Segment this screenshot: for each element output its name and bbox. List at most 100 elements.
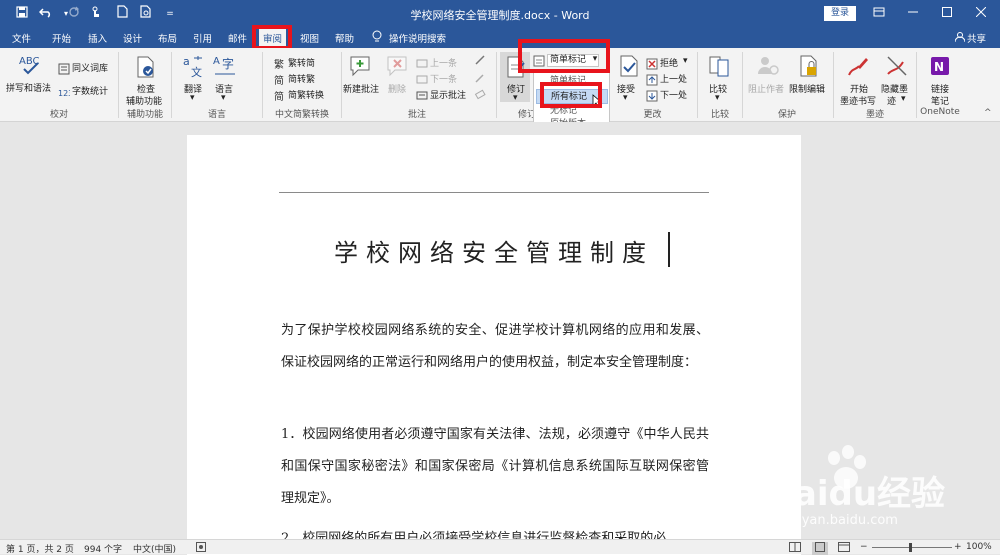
accept-change-icon [617,54,641,78]
spelling-grammar-icon: ABC [18,53,42,77]
simp-to-trad-button[interactable]: 简简转繁 [274,72,316,87]
ribbon-tabs: 文件 开始 插入 设计 布局 引用 邮件 审阅 视图 帮助 操作说明搜索 共享 [0,28,1000,48]
tab-help[interactable]: 帮助 [335,31,354,45]
read-mode-icon[interactable] [789,542,801,555]
next-change-icon [646,90,658,102]
text-cursor [668,232,670,267]
linked-notes-line2[interactable]: 笔记 [931,94,949,107]
restrict-editing-button[interactable]: 限制编辑 [789,82,825,95]
reject-dropdown-icon[interactable]: ▾ [683,56,688,66]
prev-change-icon [646,74,658,86]
language-status[interactable]: 中文(中国) [133,542,176,555]
close-icon[interactable] [966,3,996,23]
prev-comment-button[interactable]: 上一条 [416,56,457,70]
new-comment-button[interactable]: 新建批注 [343,82,379,95]
group-label-changes: 更改 [643,110,662,120]
word-count-button[interactable]: 123字数统计 [58,84,108,98]
next-comment-button[interactable]: 下一条 [416,72,457,86]
simp-to-trad-icon: 简 [274,74,286,87]
paragraph-1[interactable]: 为了保护学校校园网络系统的安全、促进学校计算机网络的应用和发展、保证校园网络的正… [281,315,709,379]
translate-dropdown-icon[interactable]: ▾ [190,93,195,103]
hide-ink-icon [885,54,909,78]
ink-comment-icon[interactable] [474,54,486,69]
simp-to-trad-label: 简转繁 [288,75,316,85]
save-icon[interactable] [12,4,32,24]
svg-text:N: N [934,60,944,74]
ribbon-display-icon[interactable] [864,3,894,23]
minimize-icon[interactable] [898,3,928,23]
pen-icon[interactable] [474,72,486,87]
accessibility-check-line2[interactable]: 辅助功能 [126,94,162,107]
tab-references[interactable]: 引用 [193,31,212,45]
start-inking-icon [846,54,870,78]
title-bar: ▾ = 学校网络安全管理制度.docx - Word 登录 [0,0,1000,28]
delete-comment-icon [385,54,409,78]
touch-mode-icon[interactable] [86,4,106,24]
group-label-ink: 墨迹 [865,110,884,120]
share-button[interactable]: 共享 [967,31,986,45]
lightbulb-icon [372,30,382,46]
undo-icon[interactable] [36,4,56,24]
print-preview-icon[interactable] [136,4,156,24]
word-count-status[interactable]: 994 个字 [84,542,122,555]
start-inking-line2[interactable]: 墨迹书写 [840,94,876,107]
accept-dropdown-icon[interactable]: ▾ [623,93,628,103]
collapse-ribbon-icon[interactable]: ^ [984,108,992,118]
tab-home[interactable]: 开始 [52,31,71,45]
translate-icon: a文 [182,54,206,79]
maximize-icon[interactable] [932,3,962,23]
tab-design[interactable]: 设计 [123,31,142,45]
thesaurus-button[interactable]: 同义词库 [58,61,108,75]
web-layout-icon[interactable] [838,542,850,555]
chinese-convert-button[interactable]: 简简繁转换 [274,88,324,103]
zoom-level[interactable]: 100% [966,542,992,552]
print-layout-icon[interactable] [812,542,828,555]
trad-to-simp-button[interactable]: 繁繁转简 [274,56,315,71]
login-button[interactable]: 登录 [824,6,856,21]
eraser-icon[interactable] [474,88,486,103]
reject-change-button[interactable]: 拒绝 [646,56,678,70]
next-change-button[interactable]: 下一处 [646,88,687,102]
tab-view[interactable]: 视图 [300,31,319,45]
block-authors-button[interactable]: 阻止作者 [748,82,784,95]
macro-record-icon[interactable] [196,542,206,555]
tab-layout[interactable]: 布局 [158,31,177,45]
language-icon: A字 [213,54,237,78]
redo-icon[interactable] [64,4,84,24]
block-authors-icon [756,54,780,78]
next-change-label: 下一处 [660,91,688,101]
spelling-grammar-button[interactable]: 拼写和语法 [6,81,51,94]
svg-text:a: a [183,55,190,68]
tab-mailings[interactable]: 邮件 [228,31,247,45]
customize-qat-icon[interactable]: = [160,4,180,24]
hide-ink-dropdown-icon[interactable]: ▾ [901,94,906,104]
delete-comment-button[interactable]: 删除 [388,82,406,95]
group-label-proofing: 校对 [49,110,68,120]
paragraph-2[interactable]: 1．校园网络使用者必须遵守国家有关法律、法规，必须遵守《中华人民共和国保守国家秘… [281,419,709,515]
tell-me-search[interactable]: 操作说明搜索 [389,31,446,45]
page-count[interactable]: 第 1 页，共 2 页 [6,542,74,555]
user-icon [954,32,966,45]
highlight-box-review-tab [252,25,292,50]
compare-dropdown-icon[interactable]: ▾ [715,93,720,103]
language-dropdown-icon[interactable]: ▾ [221,93,226,103]
document-title[interactable]: 学校网络安全管理制度 [279,233,709,268]
tab-file[interactable]: 文件 [12,31,31,45]
group-label-accessibility: 辅助功能 [126,110,163,120]
zoom-in-icon[interactable]: + [954,542,962,552]
zoom-slider-handle[interactable] [909,543,912,552]
zoom-out-icon[interactable]: − [860,542,868,552]
svg-text:简: 简 [274,90,284,102]
zoom-slider[interactable] [872,547,952,548]
new-document-icon[interactable] [112,4,132,24]
prev-change-button[interactable]: 上一处 [646,72,687,86]
hide-ink-line2[interactable]: 迹 [887,94,896,107]
thesaurus-icon [58,63,70,75]
track-changes-dropdown-icon[interactable]: ▾ [513,93,518,103]
prev-change-label: 上一处 [660,75,688,85]
document-page[interactable]: 学校网络安全管理制度 为了保护学校校园网络系统的安全、促进学校计算机网络的应用和… [187,135,801,555]
show-comments-button[interactable]: 显示批注 [416,88,466,102]
tab-insert[interactable]: 插入 [88,31,107,45]
group-label-language: 语言 [207,110,226,120]
highlight-box-markup-select [518,39,610,73]
